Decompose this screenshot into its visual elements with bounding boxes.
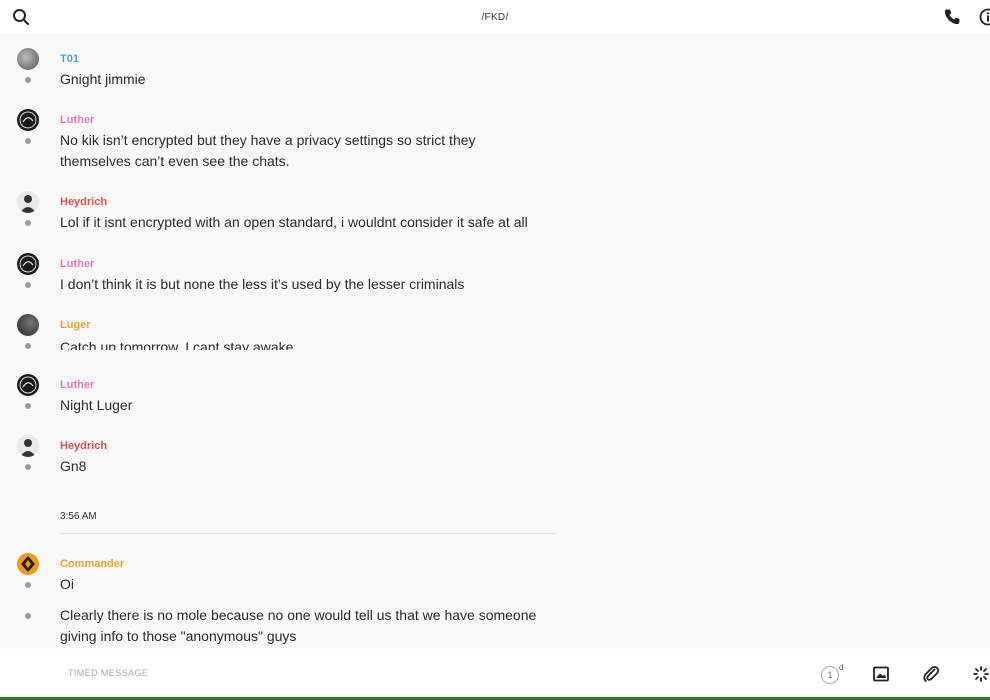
message-item: T01 Gnight jimmie [0, 47, 600, 97]
avatar[interactable] [17, 435, 39, 457]
message-text: Lol if it isnt encrypted with an open st… [60, 214, 528, 230]
message-text-line: themselves can’t even see the chats. [60, 153, 290, 169]
read-indicator [25, 138, 31, 144]
info-icon[interactable] [979, 8, 990, 26]
message-list[interactable]: T01 Gnight jimmie Luther No kik isn’t en… [0, 34, 990, 649]
sender-name: Heydrich [60, 440, 108, 452]
message-item: Luther Night Luger [0, 373, 600, 423]
message-item: Luger Catch up tomorrow, I cant stay awa… [0, 313, 600, 353]
message-text: Oi [60, 576, 74, 592]
message-text-line: No kik isn’t encrypted but they have a p… [60, 132, 476, 148]
read-indicator [25, 77, 31, 83]
read-indicator [25, 220, 31, 226]
timer-value: 1 [821, 666, 839, 684]
sender-name: T01 [60, 53, 79, 65]
message-text: Gn8 [60, 458, 87, 474]
sender-name: Commander [60, 558, 125, 570]
conversation-title: /FKD/ [481, 11, 509, 23]
search-icon[interactable] [12, 8, 30, 26]
timer-unit: d [839, 663, 844, 672]
sender-name: Luther [60, 258, 95, 270]
message-item: Heydrich Gn8 [0, 434, 600, 484]
message-text: I don’t think it is but none the less it… [60, 276, 465, 292]
message-item: Heydrich Lol if it isnt encrypted with a… [0, 190, 600, 240]
time-separator: 3:56 AM [60, 511, 97, 522]
message-item: Commander Oi [0, 552, 600, 602]
message-text: Catch up tomorrow, I cant stay awake [60, 339, 294, 350]
avatar[interactable] [17, 553, 39, 575]
avatar[interactable] [17, 374, 39, 396]
image-icon[interactable] [872, 665, 890, 683]
sender-name: Luther [60, 114, 95, 126]
phone-icon[interactable] [943, 8, 961, 26]
read-indicator [25, 582, 31, 588]
top-bar: /FKD/ [0, 0, 990, 34]
avatar[interactable] [17, 314, 39, 336]
avatar[interactable] [17, 48, 39, 70]
message-text-line: giving info to those "anonymous" guys [60, 628, 297, 644]
sender-name: Luther [60, 379, 95, 391]
message-input[interactable]: TIMED MESSAGE [68, 668, 148, 678]
sender-name: Heydrich [60, 196, 108, 208]
read-indicator [25, 613, 31, 619]
avatar[interactable] [17, 109, 39, 131]
read-indicator [25, 282, 31, 288]
message-text: Gnight jimmie [60, 71, 146, 87]
message-text: Night Luger [60, 397, 133, 413]
paperclip-icon[interactable] [922, 665, 940, 683]
read-indicator [25, 464, 31, 470]
sender-name: Luger [60, 319, 91, 331]
read-indicator [25, 403, 31, 409]
message-item: Luther No kik isn’t encrypted but they h… [0, 108, 600, 178]
message-text-line: Clearly there is no mole because no one … [60, 607, 537, 623]
read-indicator [25, 343, 31, 349]
message-item: Clearly there is no mole because no one … [0, 605, 600, 649]
avatar[interactable] [17, 191, 39, 213]
sparkle-icon[interactable] [972, 665, 990, 683]
avatar[interactable] [17, 253, 39, 275]
timer-button[interactable]: 1 d [821, 663, 845, 686]
composer-bar: TIMED MESSAGE 1 d [0, 649, 990, 700]
divider [60, 533, 557, 534]
message-item: Luther I don’t think it is but none the … [0, 252, 600, 302]
